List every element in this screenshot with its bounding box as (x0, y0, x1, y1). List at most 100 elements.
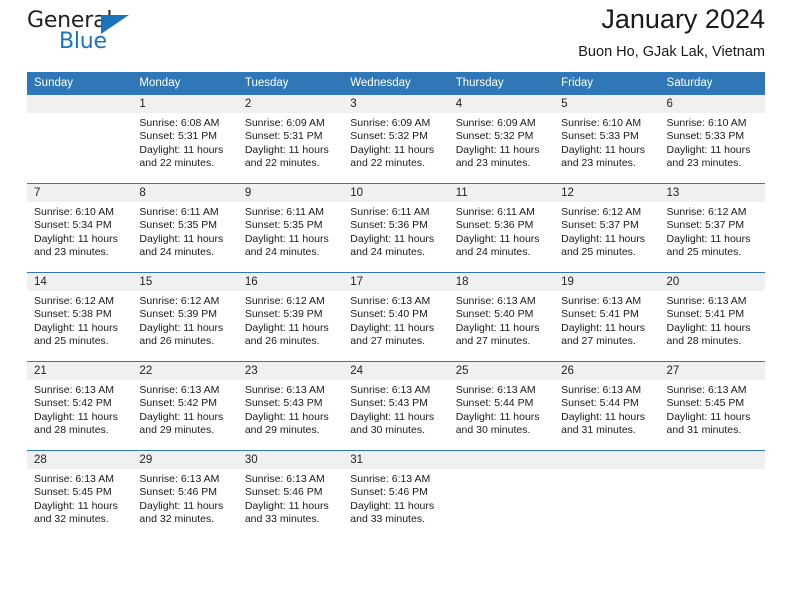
day-number: 11 (448, 184, 555, 202)
day-daylight-text: Daylight: 11 hours (455, 232, 540, 245)
day-details: Sunrise: 6:10 AM Sunset: 5:33 PM Daylight:… (660, 113, 765, 171)
day-sunset-text: Sunset: 5:36 PM (455, 219, 534, 232)
calendar-day-cell[interactable]: 1 Sunrise: 6:08 AM Sunset: 5:31 PM Daylight… (132, 95, 238, 183)
calendar-day-cell-empty (659, 451, 765, 539)
day-sunrise-text: Sunrise: 6:13 AM (561, 384, 642, 396)
day-sunset-text: Sunset: 5:36 PM (350, 219, 428, 232)
calendar-day-cell[interactable]: 8 Sunrise: 6:11 AM Sunset: 5:35 PM Daylight… (132, 184, 238, 272)
day-details: Sunrise: 6:13 AM Sunset: 5:43 PM Daylight:… (238, 380, 343, 438)
day-daylight-text: and 33 minutes. (350, 513, 425, 526)
day-number: 23 (237, 362, 344, 380)
calendar-day-cell[interactable]: 12 Sunrise: 6:12 AM Sunset: 5:37 PM Dayligh… (554, 184, 660, 272)
day-sunrise-text: Sunrise: 6:13 AM (139, 473, 220, 485)
day-daylight-text: Daylight: 11 hours (666, 410, 751, 423)
calendar-day-cell-empty (554, 451, 660, 539)
day-sunset-text: Sunset: 5:31 PM (139, 130, 218, 143)
weekday-header-thursday: Thursday (455, 77, 504, 89)
day-daylight-text: and 25 minutes. (34, 335, 109, 348)
day-details: Sunrise: 6:10 AM Sunset: 5:34 PM Daylight:… (27, 202, 132, 260)
day-sunset-text: Sunset: 5:33 PM (561, 130, 639, 143)
calendar-day-cell[interactable]: 7 Sunrise: 6:10 AM Sunset: 5:34 PM Daylight… (27, 184, 133, 272)
calendar-day-cell[interactable]: 2 Sunrise: 6:09 AM Sunset: 5:31 PM Daylight… (237, 95, 344, 183)
calendar-day-cell[interactable]: 17 Sunrise: 6:13 AM Sunset: 5:40 PM Dayligh… (343, 273, 449, 361)
calendar-day-cell[interactable]: 25 Sunrise: 6:13 AM Sunset: 5:44 PM Dayligh… (448, 362, 555, 450)
calendar-week-row: 21 Sunrise: 6:13 AM Sunset: 5:42 PM Dayligh… (27, 361, 765, 450)
day-daylight-text: and 25 minutes. (666, 246, 742, 259)
calendar-day-cell[interactable]: 15 Sunrise: 6:12 AM Sunset: 5:39 PM Dayligh… (132, 273, 238, 361)
day-sunset-text: Sunset: 5:45 PM (34, 486, 112, 499)
day-daylight-text: and 23 minutes. (666, 157, 742, 170)
day-sunset-text: Sunset: 5:45 PM (666, 397, 745, 410)
day-number: 4 (448, 95, 555, 113)
calendar-day-cell[interactable]: 21 Sunrise: 6:13 AM Sunset: 5:42 PM Dayligh… (27, 362, 133, 450)
day-daylight-text: and 23 minutes. (34, 246, 109, 259)
calendar-day-cell[interactable]: 28 Sunrise: 6:13 AM Sunset: 5:45 PM Dayligh… (27, 451, 133, 539)
day-daylight-text: Daylight: 11 hours (34, 232, 118, 245)
calendar-day-cell[interactable]: 11 Sunrise: 6:11 AM Sunset: 5:36 PM Dayligh… (448, 184, 555, 272)
day-daylight-text: and 26 minutes. (244, 335, 320, 348)
day-details: Sunrise: 6:13 AM Sunset: 5:40 PM Daylight:… (343, 291, 448, 349)
general-blue-logo[interactable]: General Blue (27, 8, 147, 64)
calendar-day-cell[interactable]: 3 Sunrise: 6:09 AM Sunset: 5:32 PM Daylight… (343, 95, 449, 183)
day-number: 14 (27, 273, 133, 291)
calendar-day-cell[interactable]: 27 Sunrise: 6:13 AM Sunset: 5:45 PM Dayligh… (659, 362, 765, 450)
day-number: 31 (343, 451, 449, 469)
day-number (659, 451, 765, 469)
day-daylight-text: and 22 minutes. (350, 157, 425, 170)
day-sunset-text: Sunset: 5:44 PM (561, 397, 639, 410)
day-sunset-text: Sunset: 5:32 PM (455, 130, 534, 143)
day-number: 10 (343, 184, 449, 202)
day-daylight-text: Daylight: 11 hours (244, 143, 329, 156)
calendar-week-row: 28 Sunrise: 6:13 AM Sunset: 5:45 PM Dayligh… (27, 450, 765, 539)
day-daylight-text: and 29 minutes. (139, 424, 215, 437)
day-number: 9 (237, 184, 344, 202)
day-number: 29 (132, 451, 238, 469)
calendar-day-cell[interactable]: 19 Sunrise: 6:13 AM Sunset: 5:41 PM Dayligh… (554, 273, 660, 361)
calendar-day-cell[interactable]: 23 Sunrise: 6:13 AM Sunset: 5:43 PM Dayligh… (237, 362, 344, 450)
calendar-day-cell[interactable]: 4 Sunrise: 6:09 AM Sunset: 5:32 PM Daylight… (448, 95, 555, 183)
day-details: Sunrise: 6:12 AM Sunset: 5:38 PM Daylight:… (27, 291, 132, 349)
calendar-day-cell[interactable]: 13 Sunrise: 6:12 AM Sunset: 5:37 PM Dayligh… (659, 184, 765, 272)
weekday-header-tuesday: Tuesday (244, 77, 289, 89)
day-daylight-text: and 24 minutes. (350, 246, 425, 259)
calendar-day-cell[interactable]: 26 Sunrise: 6:13 AM Sunset: 5:44 PM Dayligh… (554, 362, 660, 450)
day-daylight-text: and 25 minutes. (561, 246, 636, 259)
calendar-day-cell[interactable]: 14 Sunrise: 6:12 AM Sunset: 5:38 PM Dayligh… (27, 273, 133, 361)
calendar-day-cell[interactable]: 5 Sunrise: 6:10 AM Sunset: 5:33 PM Daylight… (554, 95, 660, 183)
day-daylight-text: and 24 minutes. (455, 246, 531, 259)
day-sunset-text: Sunset: 5:31 PM (244, 130, 323, 143)
calendar-day-cell[interactable]: 18 Sunrise: 6:13 AM Sunset: 5:40 PM Dayligh… (448, 273, 555, 361)
calendar-day-cell[interactable]: 29 Sunrise: 6:13 AM Sunset: 5:46 PM Dayligh… (132, 451, 238, 539)
day-details: Sunrise: 6:12 AM Sunset: 5:37 PM Daylight:… (554, 202, 659, 260)
day-details: Sunrise: 6:09 AM Sunset: 5:32 PM Daylight:… (449, 113, 554, 171)
day-daylight-text: Daylight: 11 hours (455, 321, 540, 334)
day-daylight-text: and 27 minutes. (350, 335, 425, 348)
day-daylight-text: Daylight: 11 hours (139, 499, 224, 512)
calendar-day-cell[interactable]: 31 Sunrise: 6:13 AM Sunset: 5:46 PM Dayligh… (343, 451, 449, 539)
day-sunrise-text: Sunrise: 6:11 AM (139, 206, 219, 218)
day-daylight-text: Daylight: 11 hours (244, 499, 329, 512)
day-sunrise-text: Sunrise: 6:13 AM (34, 384, 114, 396)
day-sunrise-text: Sunrise: 6:13 AM (139, 384, 220, 396)
day-details: Sunrise: 6:12 AM Sunset: 5:37 PM Daylight:… (660, 202, 765, 260)
calendar-day-cell[interactable]: 20 Sunrise: 6:13 AM Sunset: 5:41 PM Dayligh… (659, 273, 765, 361)
day-details: Sunrise: 6:09 AM Sunset: 5:32 PM Daylight:… (343, 113, 448, 171)
calendar-day-cell[interactable]: 22 Sunrise: 6:13 AM Sunset: 5:42 PM Dayligh… (132, 362, 238, 450)
day-daylight-text: Daylight: 11 hours (666, 143, 751, 156)
day-daylight-text: Daylight: 11 hours (244, 232, 329, 245)
day-sunset-text: Sunset: 5:35 PM (139, 219, 218, 232)
calendar-day-cell[interactable]: 6 Sunrise: 6:10 AM Sunset: 5:33 PM Daylight… (659, 95, 765, 183)
day-daylight-text: Daylight: 11 hours (455, 410, 540, 423)
day-details: Sunrise: 6:13 AM Sunset: 5:41 PM Daylight:… (554, 291, 659, 349)
day-daylight-text: Daylight: 11 hours (34, 321, 118, 334)
page-header: General Blue January 2024 Buon Ho, GJak … (27, 0, 765, 72)
calendar-week-row: 1 Sunrise: 6:08 AM Sunset: 5:31 PM Daylight… (27, 95, 765, 183)
calendar-day-cell[interactable]: 10 Sunrise: 6:11 AM Sunset: 5:36 PM Dayligh… (343, 184, 449, 272)
calendar-day-cell[interactable]: 16 Sunrise: 6:12 AM Sunset: 5:39 PM Dayligh… (237, 273, 344, 361)
calendar-day-cell[interactable]: 30 Sunrise: 6:13 AM Sunset: 5:46 PM Dayligh… (237, 451, 344, 539)
day-daylight-text: Daylight: 11 hours (350, 410, 435, 423)
calendar-day-cell[interactable]: 9 Sunrise: 6:11 AM Sunset: 5:35 PM Daylight… (237, 184, 344, 272)
weekday-header-saturday: Saturday (666, 77, 713, 89)
day-daylight-text: and 24 minutes. (244, 246, 320, 259)
calendar-day-cell[interactable]: 24 Sunrise: 6:13 AM Sunset: 5:43 PM Dayligh… (343, 362, 449, 450)
